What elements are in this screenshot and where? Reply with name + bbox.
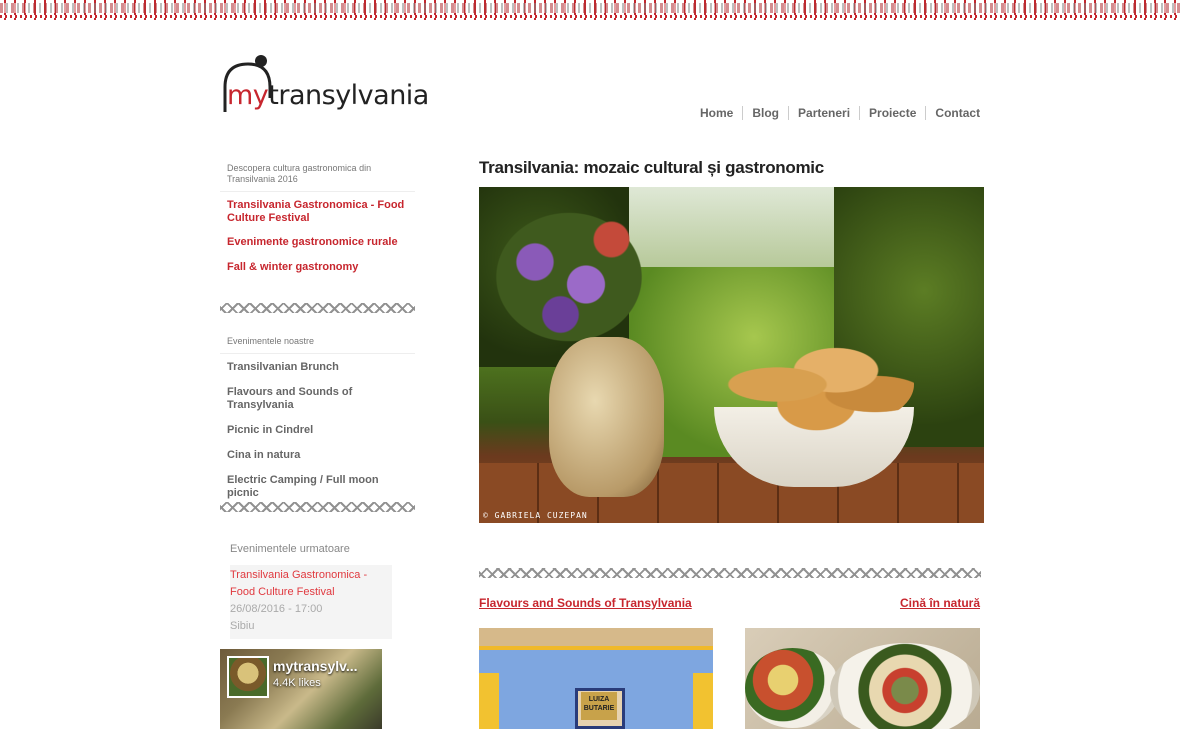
sidebar-events-heading: Evenimentele noastre bbox=[220, 333, 415, 354]
nav-home[interactable]: Home bbox=[700, 106, 744, 120]
logo-text: mytransylvania bbox=[227, 80, 429, 111]
sidebar-link-electric-camping[interactable]: Electric Camping / Full moon picnic bbox=[220, 474, 415, 500]
site-logo[interactable]: mytransylvania bbox=[220, 52, 429, 124]
ornament-divider bbox=[479, 568, 981, 578]
upcoming-event-card: Transilvania Gastronomica - Food Culture… bbox=[230, 565, 392, 639]
upcoming-event-place: Sibiu bbox=[230, 620, 255, 632]
sidebar-link-brunch[interactable]: Transilvanian Brunch bbox=[220, 361, 415, 374]
card-cina-title[interactable]: Cină în natură bbox=[900, 596, 980, 610]
facebook-page-name[interactable]: mytransylv... bbox=[273, 658, 358, 674]
hero-caption: © GABRIELA CUZEPAN bbox=[483, 511, 588, 520]
facebook-page-widget[interactable]: mytransylv... 4.4K likes bbox=[220, 649, 382, 729]
card-cina-image[interactable] bbox=[745, 628, 980, 729]
sidebar-link-flavours[interactable]: Flavours and Sounds of Transylvania bbox=[220, 386, 415, 412]
shop-sign: LUIZA BUTARIE bbox=[581, 692, 617, 720]
sidebar-link-picnic[interactable]: Picnic in Cindrel bbox=[220, 424, 415, 437]
sidebar-events: Evenimentele noastre Transilvanian Brunc… bbox=[220, 333, 415, 500]
upcoming-title: Evenimentele urmatoare bbox=[230, 543, 350, 555]
upcoming-events: Evenimentele urmatoare Transilvania Gast… bbox=[230, 543, 392, 639]
card-flavours-image[interactable]: LUIZA BUTARIE bbox=[479, 628, 713, 729]
nav-contact[interactable]: Contact bbox=[926, 106, 980, 120]
sidebar-link-food-festival[interactable]: Transilvania Gastronomica - Food Culture… bbox=[220, 199, 415, 225]
upcoming-event-link[interactable]: Transilvania Gastronomica - Food Culture… bbox=[230, 567, 392, 601]
embroidery-top-border bbox=[0, 0, 1180, 20]
sidebar-link-cina[interactable]: Cina in natura bbox=[220, 449, 415, 462]
hero-image: © GABRIELA CUZEPAN bbox=[479, 187, 984, 523]
ornament-divider bbox=[220, 303, 415, 313]
upcoming-event-date: 26/08/2016 - 17:00 bbox=[230, 603, 323, 615]
card-flavours-title[interactable]: Flavours and Sounds of Transylvania bbox=[479, 596, 692, 610]
facebook-likes: 4.4K likes bbox=[273, 677, 321, 689]
sidebar: Descopera cultura gastronomica din Trans… bbox=[220, 160, 415, 274]
nav-blog[interactable]: Blog bbox=[743, 106, 790, 120]
main-nav: Home Blog Parteneri Proiecte Contact bbox=[700, 105, 980, 121]
facebook-avatar bbox=[227, 656, 269, 698]
sidebar-intro-heading: Descopera cultura gastronomica din Trans… bbox=[220, 160, 415, 192]
ornament-divider bbox=[220, 502, 415, 512]
nav-proiecte[interactable]: Proiecte bbox=[860, 106, 927, 120]
page-title: Transilvania: mozaic cultural și gastron… bbox=[479, 158, 824, 177]
sidebar-link-fall-winter[interactable]: Fall & winter gastronomy bbox=[220, 261, 415, 274]
nav-parteneri[interactable]: Parteneri bbox=[789, 106, 861, 120]
sidebar-link-evenimente-rurale[interactable]: Evenimente gastronomice rurale bbox=[220, 236, 415, 249]
